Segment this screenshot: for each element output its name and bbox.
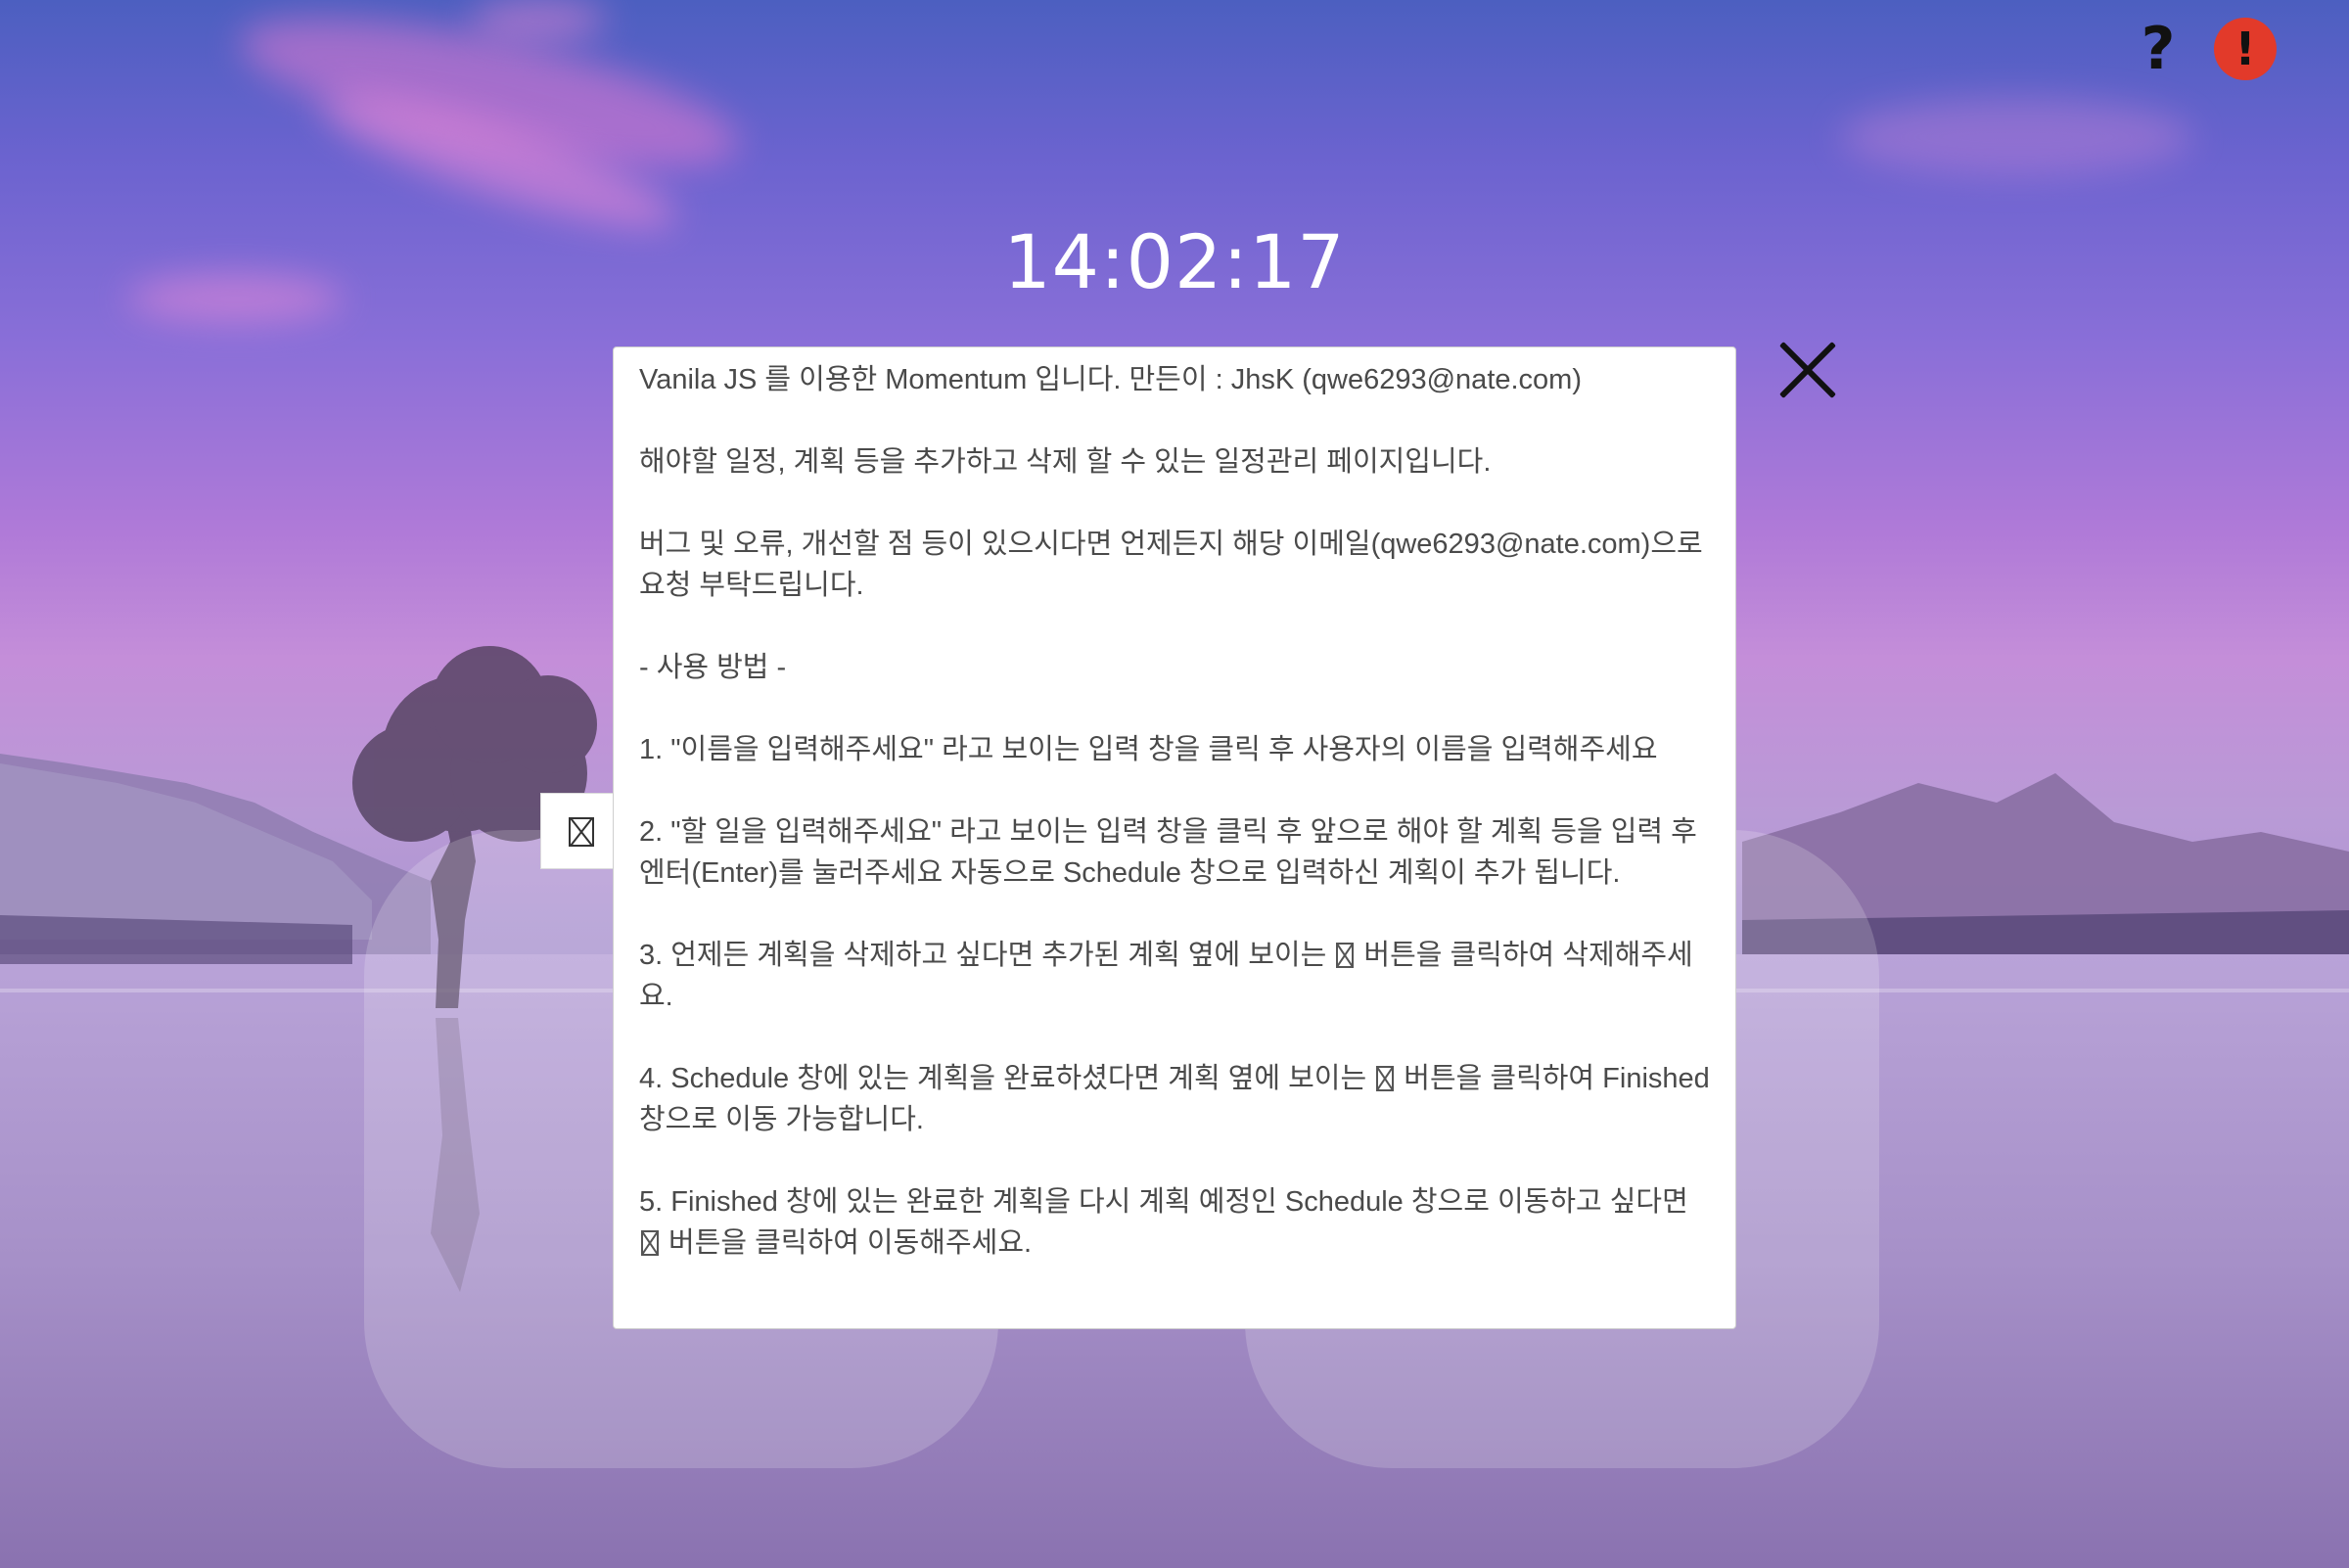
step-5-text-before: 5. Finished 창에 있는 완료한 계획을 다시 계획 예정인 Sche… bbox=[639, 1186, 1688, 1218]
info-paragraph-usage-heading: - 사용 방법 - bbox=[639, 652, 787, 683]
info-paragraph-contact: 버그 및 오류, 개선할 점 등이 있으시다면 언제든지 해당 이메일(qwe6… bbox=[639, 529, 1703, 601]
todo-input[interactable] bbox=[540, 793, 615, 869]
info-paragraph-step-1: 1. "이름을 입력해주세요" 라고 보이는 입력 창을 클릭 후 사용자의 이… bbox=[639, 734, 1658, 765]
question-mark-icon[interactable]: ? bbox=[2134, 18, 2183, 80]
info-paragraph-purpose: 해야할 일정, 계획 등을 추가하고 삭제 할 수 있는 일정관리 페이지입니다… bbox=[639, 446, 1492, 478]
missing-glyph-icon bbox=[569, 817, 594, 847]
delete-button-icon bbox=[1336, 943, 1355, 968]
info-modal: Vanila JS 를 이용한 Momentum 입니다. 만든이 : JhsK… bbox=[613, 346, 1736, 1329]
step-3-text-before: 3. 언제든 계획을 삭제하고 싶다면 추가된 계획 옆에 보이는 bbox=[639, 940, 1335, 971]
background-scene: ? ! 14:02:17 Vanila JS 를 이용한 Momentum 입니… bbox=[0, 0, 2349, 1568]
exclamation-icon[interactable]: ! bbox=[2214, 18, 2277, 80]
finish-button-icon bbox=[1376, 1066, 1395, 1091]
info-paragraph-step-4: 4. Schedule 창에 있는 계획을 완료하셨다면 계획 옆에 보이는 버… bbox=[639, 1058, 1710, 1140]
info-paragraph-intro: Vanila JS 를 이용한 Momentum 입니다. 만든이 : JhsK… bbox=[639, 364, 1582, 395]
info-paragraph-step-5: 5. Finished 창에 있는 완료한 계획을 다시 계획 예정인 Sche… bbox=[639, 1181, 1710, 1264]
info-paragraph-step-2: 2. "할 일을 입력해주세요" 라고 보이는 입력 창을 클릭 후 앞으로 해… bbox=[639, 816, 1697, 889]
step-4-text-before: 4. Schedule 창에 있는 계획을 완료하셨다면 계획 옆에 보이는 bbox=[639, 1063, 1375, 1094]
step-5-text-after: 버튼을 클릭하여 이동해주세요. bbox=[661, 1227, 1033, 1259]
clock-time: 14:02:17 bbox=[1003, 218, 1346, 305]
info-paragraph-step-3: 3. 언제든 계획을 삭제하고 싶다면 추가된 계획 옆에 보이는 버튼을 클릭… bbox=[639, 935, 1710, 1017]
close-icon[interactable] bbox=[1775, 337, 1842, 403]
move-back-button-icon bbox=[641, 1230, 659, 1256]
